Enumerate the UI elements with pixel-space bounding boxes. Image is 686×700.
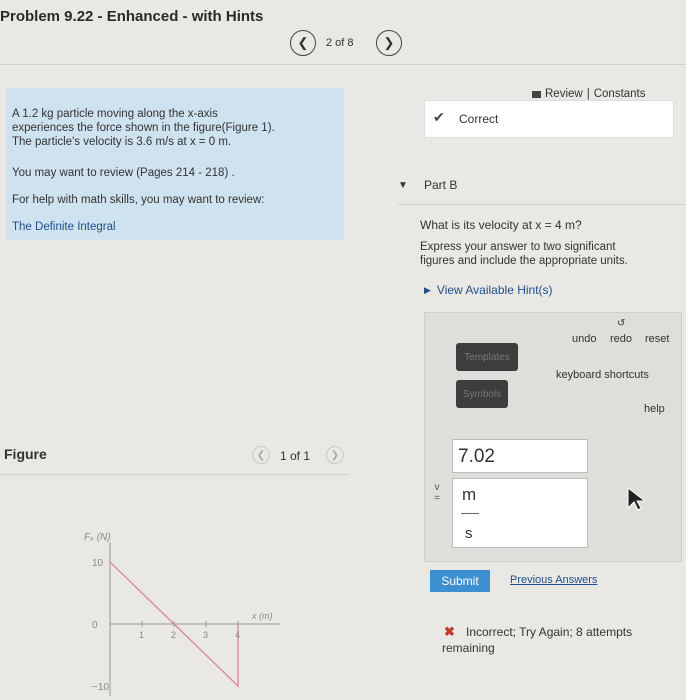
collapse-part-b-icon[interactable]: ▼: [398, 180, 408, 191]
chevron-right-icon: ❯: [383, 35, 395, 50]
redo-button[interactable]: redo: [610, 333, 632, 345]
unit-numerator: m: [462, 485, 477, 504]
review-pages-text: You may want to review (Pages 214 - 218)…: [12, 167, 235, 179]
y-tick-label: 0: [92, 620, 98, 631]
keyboard-shortcuts-link[interactable]: keyboard shortcuts: [556, 369, 649, 381]
problem-line-2: experiences the force shown in the figur…: [12, 122, 275, 134]
instructions-line-1: Express your answer to two significant: [420, 241, 616, 253]
undo-arrow-icon: ↺: [617, 318, 626, 329]
y-tick-label: −10: [92, 682, 109, 693]
symbols-button[interactable]: Symbols: [456, 380, 508, 408]
value-text: 7.02: [458, 446, 495, 467]
review-link[interactable]: Review: [545, 88, 583, 100]
problem-title: Problem 9.22 - Enhanced - with Hints: [0, 8, 264, 25]
x-tick-label: 1: [139, 630, 144, 640]
problem-line-3: The particle's velocity is 3.6 m/s at x …: [12, 136, 232, 148]
chevron-left-icon: ❮: [256, 449, 266, 461]
review-constants-bar: Review | Constants: [532, 88, 646, 100]
figure-divider: [0, 474, 350, 475]
help-link[interactable]: help: [644, 403, 665, 415]
figure-counter: 1 of 1: [280, 449, 311, 463]
triangle-right-icon: ▶: [424, 284, 431, 295]
feedback-line-2: remaining: [442, 641, 495, 655]
figure-prev-button[interactable]: ❮: [252, 446, 270, 464]
definite-integral-link[interactable]: The Definite Integral: [12, 221, 116, 234]
force-position-chart: 1 2 3 4 10 0 −10 Fₓ (N) x (m): [84, 532, 280, 696]
part-a-status: ✔ Correct: [424, 100, 674, 138]
separator: |: [586, 88, 590, 100]
view-hints-label: View Available Hint(s): [436, 283, 553, 297]
chevron-left-icon: ❮: [297, 35, 309, 50]
part-b-label: Part B: [424, 178, 458, 192]
previous-answers-link[interactable]: Previous Answers: [510, 574, 597, 586]
problem-line-1: A 1.2 kg particle moving along the x-axi…: [12, 108, 218, 120]
math-help-text: For help with math skills, you may want …: [12, 194, 265, 206]
undo-button[interactable]: undo: [572, 333, 596, 345]
variable-label: v =: [434, 482, 440, 504]
templates-button[interactable]: Templates: [456, 343, 518, 371]
y-axis-label: Fₓ (N): [84, 532, 111, 543]
checkmark-icon: ✔: [433, 109, 445, 125]
x-tick-label: 2: [171, 630, 176, 640]
submit-button[interactable]: Submit: [430, 570, 490, 592]
next-problem-button[interactable]: ❯: [376, 30, 402, 56]
unit-denominator: s: [465, 525, 473, 542]
feedback-line-1: Incorrect; Try Again; 8 attempts: [466, 625, 633, 639]
correct-label: Correct: [459, 112, 499, 126]
header-divider: [0, 64, 686, 65]
instructions-line-2: figures and include the appropriate unit…: [420, 255, 628, 267]
prev-problem-button[interactable]: ❮: [290, 30, 316, 56]
x-axis-label: x (m): [251, 611, 273, 621]
part-b-divider: [398, 204, 686, 205]
reset-button[interactable]: reset: [645, 333, 669, 345]
constants-link[interactable]: Constants: [594, 88, 646, 100]
y-tick-label: 10: [92, 558, 104, 569]
part-b-question: What is its velocity at x = 4 m?: [420, 218, 582, 232]
value-input[interactable]: 7.02: [452, 439, 588, 473]
x-tick-label: 4: [235, 630, 240, 640]
figure-label: Figure: [4, 446, 47, 462]
units-input[interactable]: m s: [452, 478, 588, 548]
x-icon: ✖: [444, 624, 455, 639]
view-hints-toggle[interactable]: ▶ View Available Hint(s): [424, 283, 553, 297]
fraction-bar: [461, 513, 479, 514]
review-icon: [532, 90, 541, 98]
mouse-cursor-icon: [627, 486, 647, 511]
figure-next-button[interactable]: ❯: [326, 446, 344, 464]
chevron-right-icon: ❯: [330, 449, 340, 461]
x-tick-label: 3: [203, 630, 208, 640]
problem-counter: 2 of 8: [326, 37, 354, 49]
